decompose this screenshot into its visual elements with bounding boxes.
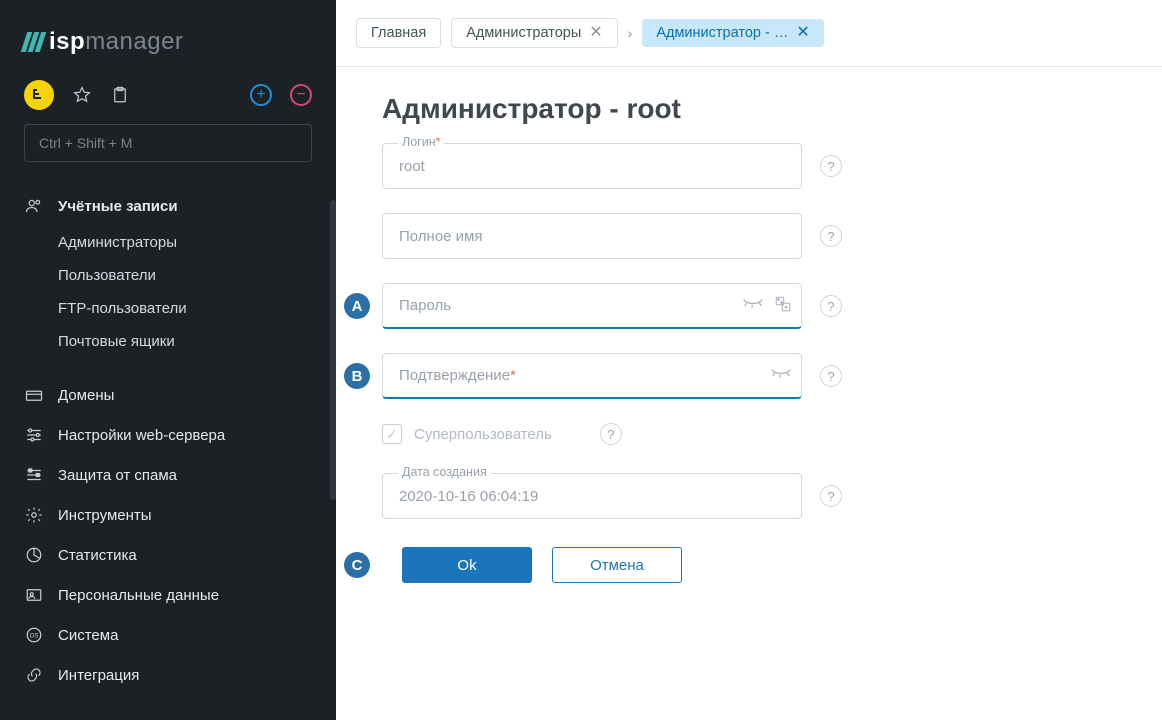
sidebar-item-label: Статистика: [58, 547, 137, 564]
sidebar-sub-administrators[interactable]: Администраторы: [0, 226, 336, 259]
main: Главная Администраторы ✕ › Администратор…: [336, 0, 1162, 720]
breadcrumb-admins[interactable]: Администраторы ✕: [451, 18, 617, 48]
help-icon[interactable]: ?: [820, 365, 842, 387]
sidebar-item-label: Персональные данные: [58, 587, 219, 604]
pie-chart-icon: [24, 545, 44, 565]
page-title: Администратор - root: [382, 93, 1116, 125]
help-icon[interactable]: ?: [820, 225, 842, 247]
field-row-fullname: ?: [382, 213, 1116, 259]
login-input: [382, 143, 802, 189]
accounts-icon: [24, 196, 44, 216]
logo-icon: [24, 32, 43, 52]
breadcrumb-current[interactable]: Администратор - … ✕: [642, 19, 823, 47]
cancel-button[interactable]: Отмена: [552, 547, 682, 583]
field-row-confirm: B Подтверждение* ?: [382, 353, 1116, 399]
sidebar-item-label: Инструменты: [58, 507, 152, 524]
marker-b: B: [344, 363, 370, 389]
marker-a: A: [344, 293, 370, 319]
field-row-password: A ?: [382, 283, 1116, 329]
dice-icon[interactable]: [774, 295, 792, 318]
sidebar-sub-users[interactable]: Пользователи: [0, 259, 336, 292]
help-icon[interactable]: ?: [820, 485, 842, 507]
sidebar-toolbar: + −: [0, 80, 336, 124]
gear-icon: [24, 505, 44, 525]
password-input[interactable]: [382, 283, 802, 329]
svg-text:OS: OS: [30, 633, 39, 639]
person-card-icon: [24, 585, 44, 605]
help-icon[interactable]: ?: [820, 155, 842, 177]
help-icon[interactable]: ?: [600, 423, 622, 445]
sidebar-item-accounts[interactable]: Учётные записи: [0, 186, 336, 226]
sidebar-item-label: Система: [58, 627, 118, 644]
plus-icon[interactable]: +: [250, 84, 272, 106]
search-input[interactable]: Ctrl + Shift + M: [24, 124, 312, 162]
sidebar-item-label: Учётные записи: [58, 198, 178, 215]
created-input: [382, 473, 802, 519]
login-label: Логин*: [398, 135, 444, 149]
content: Администратор - root Логин* ? ? A: [336, 67, 1162, 603]
fullname-input[interactable]: [382, 213, 802, 259]
sidebar-item-statistics[interactable]: Статистика: [0, 535, 336, 575]
sidebar-nav: Учётные записи Администраторы Пользовате…: [0, 180, 336, 701]
sidebar-item-label: Настройки web-сервера: [58, 427, 225, 444]
domains-icon: [24, 385, 44, 405]
sidebar-sub-ftp-users[interactable]: FTP-пользователи: [0, 292, 336, 325]
close-icon[interactable]: ✕: [589, 25, 602, 41]
help-icon[interactable]: ?: [820, 295, 842, 317]
sidebar-item-tools[interactable]: Инструменты: [0, 495, 336, 535]
field-row-created: Дата создания ?: [382, 473, 1116, 519]
chevron-right-icon: ›: [628, 25, 633, 41]
actions: C Ok Отмена: [382, 547, 1116, 583]
link-icon: [24, 665, 44, 685]
tree-view-icon[interactable]: [24, 80, 54, 110]
breadcrumb: Главная Администраторы ✕ › Администратор…: [336, 0, 1162, 67]
sidebar-item-label: Защита от спама: [58, 467, 177, 484]
ok-button[interactable]: Ok: [402, 547, 532, 583]
clipboard-icon[interactable]: [110, 85, 130, 105]
field-row-superuser: ✓ Суперпользователь ?: [382, 423, 1116, 445]
marker-c: C: [344, 552, 370, 578]
logo-text: ispmanager: [49, 28, 183, 56]
created-label: Дата создания: [398, 465, 491, 479]
sidebar-sub-mailboxes[interactable]: Почтовые ящики: [0, 325, 336, 358]
sidebar-item-web-settings[interactable]: Настройки web-сервера: [0, 415, 336, 455]
shield-icon: [24, 465, 44, 485]
breadcrumb-admins-label: Администраторы: [466, 25, 581, 41]
confirm-placeholder-text: Подтверждение: [399, 367, 510, 384]
close-icon[interactable]: ✕: [796, 25, 809, 41]
superuser-label: Суперпользователь: [414, 426, 552, 443]
star-icon[interactable]: [72, 85, 92, 105]
logo[interactable]: ispmanager: [0, 0, 336, 80]
confirm-input[interactable]: Подтверждение*: [382, 353, 802, 399]
field-row-login: Логин* ?: [382, 143, 1116, 189]
os-icon: OS: [24, 625, 44, 645]
sliders-icon: [24, 425, 44, 445]
breadcrumb-current-label: Администратор - …: [656, 25, 788, 41]
sidebar-item-domains[interactable]: Домены: [0, 375, 336, 415]
sidebar-item-label: Интеграция: [58, 667, 139, 684]
sidebar: ispmanager + − Ctrl + Shift + M Учётные …: [0, 0, 336, 720]
sidebar-item-personal-data[interactable]: Персональные данные: [0, 575, 336, 615]
sidebar-item-system[interactable]: OS Система: [0, 615, 336, 655]
eye-icon[interactable]: [770, 367, 792, 386]
breadcrumb-home[interactable]: Главная: [356, 18, 441, 48]
eye-icon[interactable]: [742, 297, 764, 316]
sidebar-item-label: Домены: [58, 387, 114, 404]
sidebar-item-integration[interactable]: Интеграция: [0, 655, 336, 695]
superuser-checkbox: ✓: [382, 424, 402, 444]
minus-icon[interactable]: −: [290, 84, 312, 106]
sidebar-item-antispam[interactable]: Защита от спама: [0, 455, 336, 495]
sidebar-scrollbar[interactable]: [330, 200, 336, 500]
